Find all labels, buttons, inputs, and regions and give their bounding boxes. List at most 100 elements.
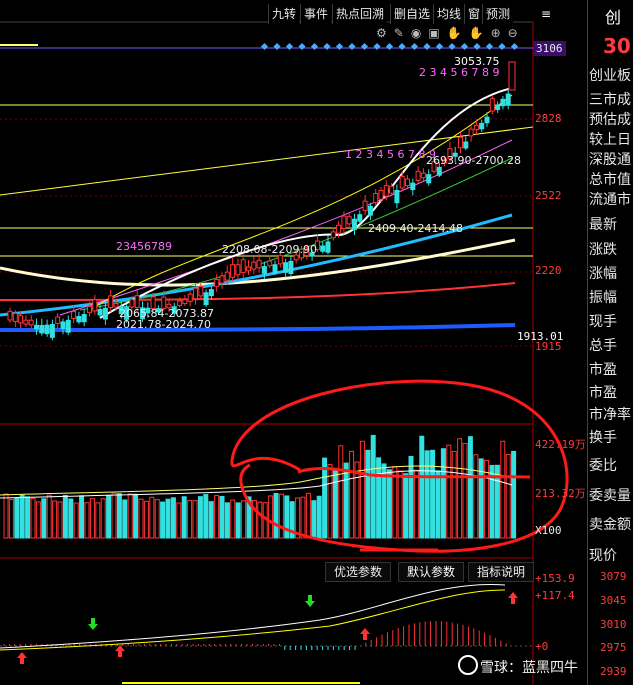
candle-body [415,170,421,181]
candle-body [182,299,188,305]
volume-bar [446,444,452,539]
top-price-partial: 30 [603,34,631,58]
candle-body [134,295,140,308]
volume-bar [224,502,230,539]
td-count-label: 23456789 [116,240,172,253]
zoom-in-icon[interactable]: ⊕ [491,26,508,40]
pen-icon[interactable]: ✎ [394,26,411,40]
toolbar-btn-window[interactable]: 窗 [464,4,484,24]
td-count-label: 1 2 3 4 5 6 7 8 9 [345,148,436,161]
volume-bar [338,445,344,539]
volume-bar [241,500,247,539]
stock-name-partial: 创 [605,8,622,27]
macd-dea [0,589,506,651]
panel-label: 总市值 [589,172,631,188]
signal-marker [360,42,369,51]
toolbar-btn-jiuzhuan[interactable]: 九转 [268,4,300,24]
td-count-label: 2 3 4 5 6 7 8 9 [419,66,500,79]
panel-label: 涨幅 [589,266,617,282]
candle-body [28,319,34,326]
panel-label: 创业板 [589,68,631,84]
volume-bar [176,502,182,539]
candle-body [230,264,236,278]
volume-bar [79,495,85,539]
candle-body [288,260,294,275]
candle-body [346,216,352,225]
ma-line-500 [0,323,516,332]
candle-body [7,310,13,321]
candle-body [484,116,490,124]
signal-marker [310,42,319,51]
volume-bar [127,493,133,539]
panel-label: 最新 [589,217,617,233]
zoom-out-icon[interactable]: ⊖ [508,26,525,40]
toolbar-btn-hotspot[interactable]: 热点回溯 [332,4,388,24]
default-params-button[interactable]: 默认参数 [398,562,465,582]
candle-body [44,324,50,335]
snowball-logo-icon [458,655,478,675]
gear-icon[interactable]: ⚙ [376,26,394,40]
panel-label: 深股通 [589,152,631,168]
candle-body [320,245,326,252]
volume-bar [505,454,511,539]
signal-marker [473,42,481,51]
panel-label: 市盈 [589,385,617,401]
optimal-params-button[interactable]: 优选参数 [325,562,392,582]
volume-unit: X100 [535,524,562,537]
candle-body [108,295,114,308]
volume-bar [116,493,122,539]
gap-label: 2409.40-2414.48 [368,222,463,235]
toolbar-btn-forecast[interactable]: 预测 [482,4,514,24]
volume-bar [138,498,144,539]
volume-bar [413,469,419,539]
panel-label: 委卖量 [589,488,631,504]
lock-icon[interactable]: ▣ [428,26,446,40]
candle-body [383,185,389,197]
candle-body [219,275,225,284]
toolbar-btn-ma[interactable]: 均线 [433,4,465,24]
candle-body [394,189,400,204]
watermark: 雪球：蓝黑四牛 [458,655,578,677]
toolbar-btn-events[interactable]: 事件 [300,4,332,24]
panel-label: 换手 [589,430,617,446]
volume-bar [457,438,463,539]
hand-icon[interactable]: ✋ [447,26,469,40]
candle-body [426,174,432,184]
volume-bar [408,455,414,539]
volume-bar [424,450,430,539]
candle-body [373,192,379,204]
menu-icon[interactable]: ≡ [538,4,555,24]
price-tick-top: 3106 [533,41,566,56]
volume-bar [343,462,349,539]
macd-tick: +0 [535,640,549,653]
volume-bar [52,500,58,539]
toolbar-btn-remove-watchlist[interactable]: 删自选 [390,4,434,24]
volume-bar [187,500,193,539]
volume-bar [419,435,425,539]
candle-body [65,319,71,333]
candle-body [12,312,18,322]
volume-bar [451,450,457,539]
volume-bar [268,495,274,539]
volume-bar [500,440,506,539]
candle-body [235,264,241,276]
candle-body [495,104,501,111]
volume-bar [106,494,112,539]
candle-body [55,316,61,324]
candle-body [277,255,283,265]
volume-bar [35,501,41,539]
volume-bar [30,497,36,539]
eye-icon[interactable]: ◉ [411,26,428,40]
candle-body [187,293,193,302]
candle-body [341,215,347,230]
indicator-help-button[interactable]: 指标说明 [468,562,535,582]
ma-line-250 [0,282,516,301]
panel-label: 流通市 [589,192,631,208]
panel-label: 预估成 [589,112,631,128]
volume-bar [160,501,166,539]
volume-bar [192,500,198,539]
panel-label: 现价 [589,548,617,564]
volume-bar [73,502,79,539]
candle-body [81,314,87,323]
hand-icon-2[interactable]: ✋ [469,26,491,40]
